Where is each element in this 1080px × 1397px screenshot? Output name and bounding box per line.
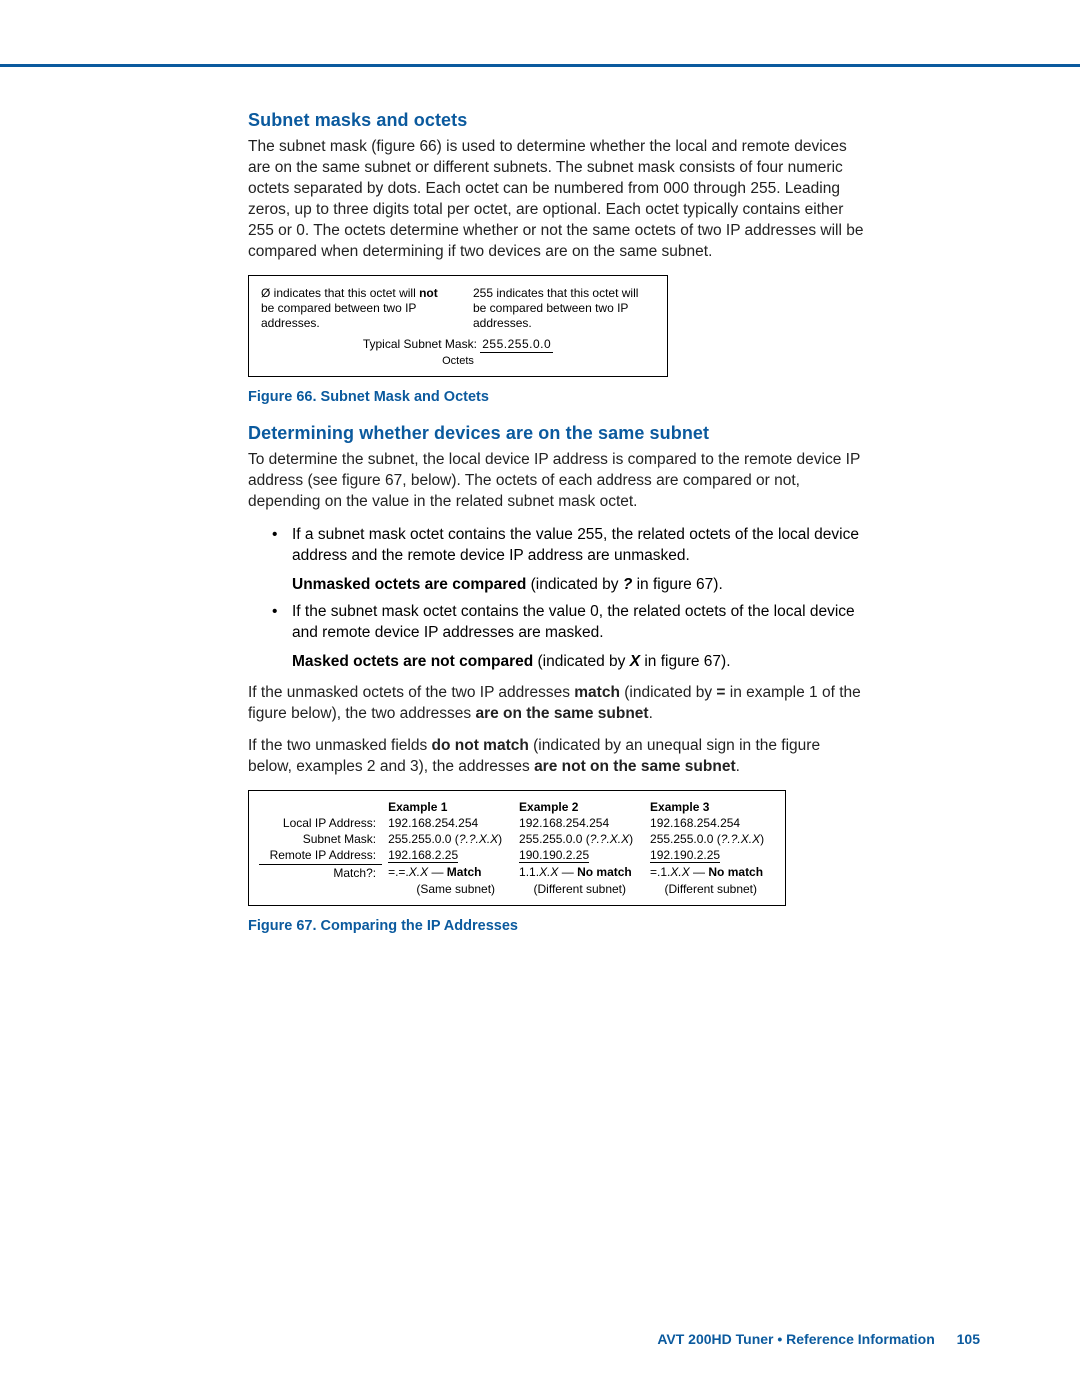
fig67-remote-1: 192.168.2.25 bbox=[382, 847, 513, 864]
fig67-remote-row: Remote IP Address: 192.168.2.25 190.190.… bbox=[259, 847, 775, 864]
para2-b: match bbox=[574, 684, 620, 701]
fig66-caption-text: Subnet Mask and Octets bbox=[321, 389, 489, 405]
fig67-match-1: =.=.X.X — Match bbox=[382, 864, 513, 881]
fig66-right-note: 255 indicates that this octet will be co… bbox=[473, 286, 655, 331]
fig67-mask-1: 255.255.0.0 (?.?.X.X) bbox=[382, 831, 513, 847]
fig67-sub-1: (Same subnet) bbox=[382, 881, 513, 897]
bullet-1: If a subnet mask octet contains the valu… bbox=[272, 525, 868, 596]
fig67-remote-label: Remote IP Address: bbox=[259, 847, 382, 864]
fig67-mask-3: 255.255.0.0 (?.?.X.X) bbox=[644, 831, 775, 847]
para2-c: (indicated by bbox=[620, 684, 717, 701]
bullet-list: If a subnet mask octet contains the valu… bbox=[272, 525, 868, 673]
bullet-2-sub: Masked octets are not compared (indicate… bbox=[292, 652, 868, 673]
fig67-local-row: Local IP Address: 192.168.254.254 192.16… bbox=[259, 815, 775, 831]
para-nomatch: If the two unmasked fields do not match … bbox=[248, 736, 868, 778]
fig67-header-row: Example 1 Example 2 Example 3 bbox=[259, 799, 775, 815]
bullet-1-sub-bold: Unmasked octets are compared bbox=[292, 576, 526, 593]
fig66-octets-label: Octets bbox=[261, 355, 655, 369]
fig67-local-3: 192.168.254.254 bbox=[644, 815, 775, 831]
heading-subnet-masks: Subnet masks and octets bbox=[248, 110, 868, 131]
bullet-1-sub-a: (indicated by bbox=[526, 576, 623, 593]
para3-b: do not match bbox=[432, 737, 529, 754]
fig67-table: Example 1 Example 2 Example 3 Local IP A… bbox=[259, 799, 775, 897]
figure-66-caption: Figure 66. Subnet Mask and Octets bbox=[248, 389, 868, 405]
fig66-mid: Typical Subnet Mask: 255.255.0.0 bbox=[261, 337, 655, 353]
fig67-h2: Example 2 bbox=[513, 799, 644, 815]
para3-d: are not on the same subnet bbox=[534, 758, 736, 775]
bullet-2-sub-bold: Masked octets are not compared bbox=[292, 653, 533, 670]
bullet-1-sub-sym: ? bbox=[623, 576, 632, 593]
fig66-caption-label: Figure 66. bbox=[248, 389, 317, 405]
bullet-1-text: If a subnet mask octet contains the valu… bbox=[292, 526, 859, 564]
fig67-match-3: =.1.X.X — No match bbox=[644, 864, 775, 881]
para-subnet-masks: The subnet mask (figure 66) is used to d… bbox=[248, 137, 868, 263]
bullet-2-text: If the subnet mask octet contains the va… bbox=[292, 603, 855, 641]
fig67-h3: Example 3 bbox=[644, 799, 775, 815]
bullet-1-sub-b: in figure 67). bbox=[632, 576, 722, 593]
fig66-mid-label: Typical Subnet Mask: bbox=[363, 337, 480, 351]
fig66-left-post: be compared between two IP addresses. bbox=[261, 301, 416, 330]
bullet-2-sub-sym: X bbox=[630, 653, 640, 670]
fig67-mask-row: Subnet Mask: 255.255.0.0 (?.?.X.X) 255.2… bbox=[259, 831, 775, 847]
footer-page-number: 105 bbox=[957, 1331, 980, 1347]
fig66-left-pre: Ø indicates that this octet will bbox=[261, 286, 419, 300]
fig67-match-row: Match?: =.=.X.X — Match 1.1.X.X — No mat… bbox=[259, 864, 775, 881]
fig67-caption-text: Comparing the IP Addresses bbox=[321, 918, 518, 934]
fig66-left-bold: not bbox=[419, 286, 438, 300]
para-determining-1: To determine the subnet, the local devic… bbox=[248, 450, 868, 513]
fig67-remote-2: 190.190.2.25 bbox=[513, 847, 644, 864]
fig67-match-label: Match?: bbox=[259, 864, 382, 881]
fig67-sub-3: (Different subnet) bbox=[644, 881, 775, 897]
para2-f: are on the same subnet bbox=[475, 705, 648, 722]
fig66-mid-ip: 255.255.0.0 bbox=[480, 337, 553, 353]
fig67-caption-label: Figure 67. bbox=[248, 918, 317, 934]
bullet-2-sub-a: (indicated by bbox=[533, 653, 630, 670]
para3-e: . bbox=[736, 758, 740, 775]
footer-text: AVT 200HD Tuner • Reference Information bbox=[657, 1331, 934, 1347]
fig67-mask-2: 255.255.0.0 (?.?.X.X) bbox=[513, 831, 644, 847]
fig66-left-note: Ø indicates that this octet will not be … bbox=[261, 286, 443, 331]
fig67-match-2: 1.1.X.X — No match bbox=[513, 864, 644, 881]
fig67-local-1: 192.168.254.254 bbox=[382, 815, 513, 831]
figure-67-box: Example 1 Example 2 Example 3 Local IP A… bbox=[248, 790, 786, 906]
figure-67-caption: Figure 67. Comparing the IP Addresses bbox=[248, 918, 868, 934]
fig67-sub-row: (Same subnet) (Different subnet) (Differ… bbox=[259, 881, 775, 897]
fig67-sub-2: (Different subnet) bbox=[513, 881, 644, 897]
fig67-remote-3: 192.190.2.25 bbox=[644, 847, 775, 864]
fig67-h1: Example 1 bbox=[382, 799, 513, 815]
bullet-1-sub: Unmasked octets are compared (indicated … bbox=[292, 575, 868, 596]
para3-a: If the two unmasked fields bbox=[248, 737, 432, 754]
para-match: If the unmasked octets of the two IP add… bbox=[248, 683, 868, 725]
fig67-local-label: Local IP Address: bbox=[259, 815, 382, 831]
top-rule bbox=[0, 64, 1080, 67]
bullet-2-sub-b: in figure 67). bbox=[640, 653, 730, 670]
fig67-mask-label: Subnet Mask: bbox=[259, 831, 382, 847]
fig67-local-2: 192.168.254.254 bbox=[513, 815, 644, 831]
figure-66-box: Ø indicates that this octet will not be … bbox=[248, 275, 668, 378]
page-content: Subnet masks and octets The subnet mask … bbox=[248, 110, 868, 952]
heading-determining: Determining whether devices are on the s… bbox=[248, 423, 868, 444]
para2-g: . bbox=[649, 705, 653, 722]
page-footer: AVT 200HD Tuner • Reference Information … bbox=[657, 1331, 980, 1347]
bullet-2: If the subnet mask octet contains the va… bbox=[272, 602, 868, 673]
para2-a: If the unmasked octets of the two IP add… bbox=[248, 684, 574, 701]
